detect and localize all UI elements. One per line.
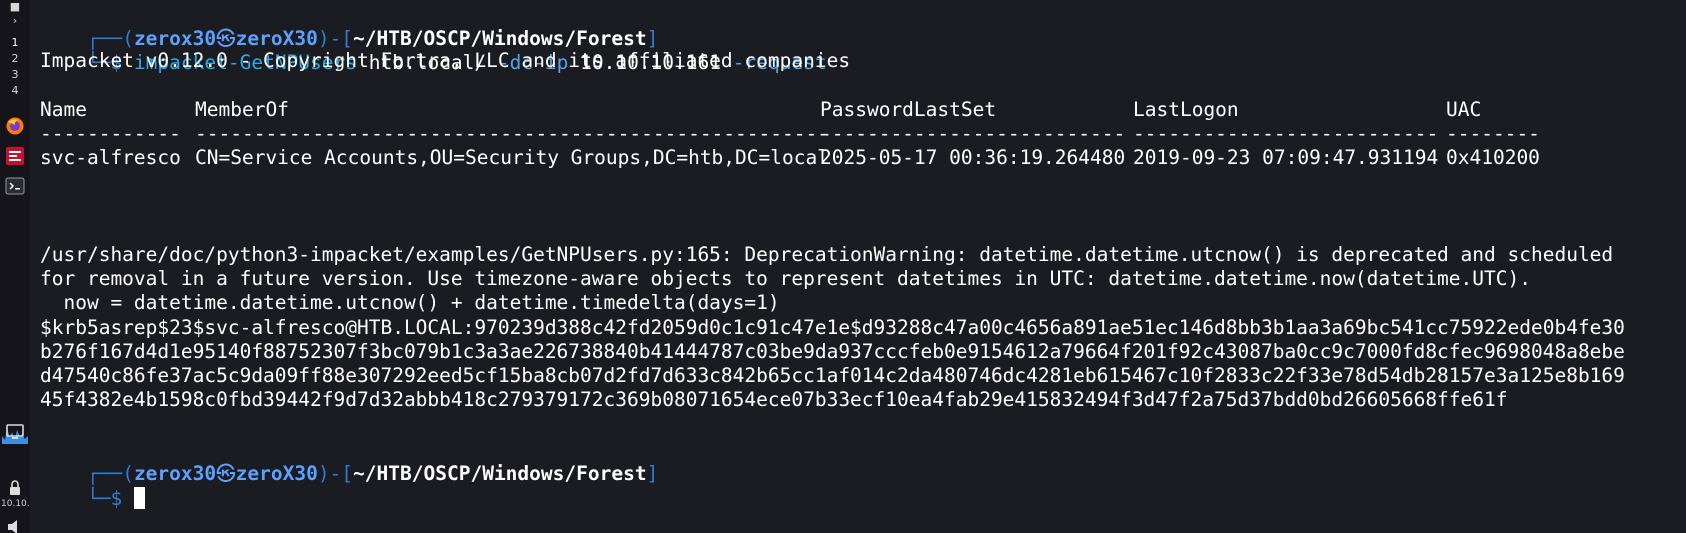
panel-menu-icon[interactable]: ■ [6,0,24,13]
workspace-1[interactable]: 1 [6,36,24,49]
table-dash-row: ------------ ---------------------------… [40,121,1640,147]
table-row: svc-alfresco CN=Service Accounts,OU=Secu… [40,145,1640,171]
input-prefix: └─$ [86,487,134,510]
hash-line-3: d47540c86fe37ac5c9da09ff88e307292eed5cf1… [40,364,1625,387]
firefox-icon[interactable] [5,116,25,136]
prompt-separator: ㉿ [216,462,236,485]
display-icon[interactable] [5,422,25,442]
prompt-host: zeroX30 [235,462,318,485]
volume-icon[interactable] [5,517,25,533]
prompt-mid: )-[ [317,462,354,485]
table-cell-uac: 0x410200 [1446,146,1540,169]
table-header-row: Name MemberOf PasswordLastSet LastLogon … [40,97,1640,123]
table-dash: ------------ [40,122,181,145]
table-header-memberof: MemberOf [195,98,289,121]
input-line[interactable]: └─$ [40,460,145,510]
table-dash: -------- [1446,122,1540,145]
warning-line-1: /usr/share/doc/python3-impacket/examples… [40,243,1614,266]
terminal-icon[interactable] [5,176,25,196]
command-line: └─$ impacket-GetNPUsers htb.local/ -dc-i… [40,24,827,74]
workspace-2[interactable]: 2 [6,52,24,65]
hash-line-1: $krb5asrep$23$svc-alfresco@HTB.LOCAL:970… [40,316,1625,339]
workspace-4[interactable]: 4 [6,84,24,97]
workspace-3[interactable]: 3 [6,68,24,81]
text-cursor[interactable] [133,487,145,509]
table-cell-name: svc-alfresco [40,146,181,169]
warning-line-2: for removal in a future version. Use tim… [40,267,1531,290]
table-header-lastlogon: LastLogon [1133,98,1239,121]
hash-line-2: b276f167d4d1e95140f88752307f3bc079b1c3a3… [40,340,1625,363]
table-header-uac: UAC [1446,98,1482,121]
table-cell-lastlogon: 2019-09-23 07:09:47.931194 [1133,146,1439,169]
panel-ip-label: 10.10.14 [1,499,29,509]
table-header-passwordlastset: PasswordLastSet [820,98,997,121]
banner-line: Impacket v0.12.0 - Copyright Fortra, LLC… [40,49,851,72]
prompt-end: ] [646,462,659,485]
app-launcher-icon[interactable] [5,146,25,166]
prompt-line-2: ┌──(zerox30㉿zeroX30)-[~/HTB/OSCP/Windows… [40,435,658,485]
panel-chevron-icon[interactable]: › [6,14,24,27]
prompt-line-1: ┌──(zerox30㉿zeroX30)-[~/HTB/OSCP/Windows… [40,0,658,50]
table-dash: -------------------------- [1133,122,1439,145]
hash-line-4: 45f4382e4b1598c0fbd39442f9d7d32abbb418c2… [40,388,1508,411]
prompt-user: zerox30 [133,462,217,485]
table-cell-passwordlastset: 2025-05-17 00:36:19.264480 [820,146,1126,169]
prompt-cwd: ~/HTB/OSCP/Windows/Forest [353,462,647,485]
lock-icon[interactable] [5,478,25,498]
warning-line-3: now = datetime.datetime.utcnow() + datet… [40,291,780,314]
table-cell-memberof: CN=Service Accounts,OU=Security Groups,D… [195,146,829,169]
table-header-name: Name [40,98,87,121]
table-dash: ----------------------------------------… [195,122,829,145]
table-dash: -------------------------- [820,122,1126,145]
side-panel: ■ › 1 2 3 4 10.10.14 [0,0,31,533]
terminal-window[interactable]: ┌──(zerox30㉿zeroX30)-[~/HTB/OSCP/Windows… [30,0,1686,533]
